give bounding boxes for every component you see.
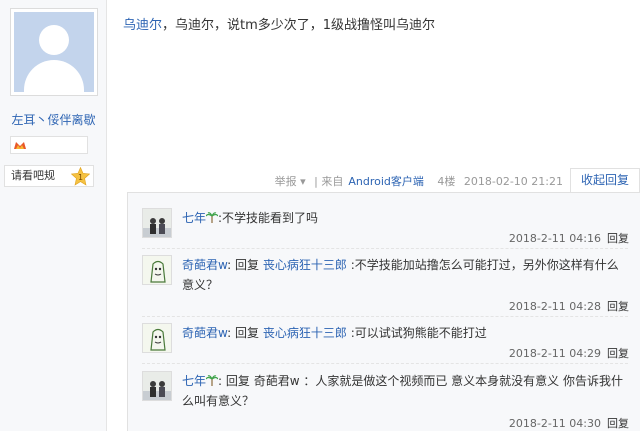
reply-username[interactable]: 奇葩君w: [182, 326, 227, 340]
badge-icon: [14, 142, 26, 149]
forum-title-badge[interactable]: 请看吧规 1: [4, 165, 94, 187]
reply-target-user[interactable]: 奇葩君w: [254, 374, 300, 388]
avatar[interactable]: [10, 8, 98, 96]
reply-time: 2018-2-11 04:16: [508, 232, 601, 245]
floor-number: 4楼: [437, 175, 456, 188]
reply-time: 2018-2-11 04:28: [508, 300, 601, 313]
reply-button[interactable]: 回复: [607, 417, 629, 430]
reply-text: :可以试试狗熊能不能打过: [350, 326, 487, 340]
reply-meta: 2018-2-11 04:29 回复: [509, 345, 629, 361]
forum-level-number: 1: [78, 173, 83, 182]
post-time: 2018-02-10 21:21: [463, 175, 563, 188]
post-meta: 举报 ▾ | 来自 Android客户端 4楼 2018-02-10 21:21: [275, 173, 568, 189]
reply-button[interactable]: 回复: [607, 300, 629, 313]
reply-body: 七年 :不学技能看到了吗: [182, 208, 630, 228]
cartoon-avatar-icon: [143, 324, 171, 352]
reply-text: :不学技能看到了吗: [218, 211, 319, 225]
user-badge[interactable]: [10, 136, 88, 154]
reply-time: 2018-2-11 04:30: [508, 417, 601, 430]
post-text: ，乌迪尔，说tm多少次了，1级战撸怪叫乌迪尔: [162, 18, 436, 33]
default-avatar-icon: [14, 12, 94, 92]
reply-divider: [142, 363, 628, 364]
reply-meta: 2018-2-11 04:28 回复: [509, 298, 629, 314]
source-prefix: | 来自 Android客户端: [314, 175, 424, 188]
fold-reply-button[interactable]: 收起回复: [570, 168, 640, 192]
photo-avatar-icon: [143, 372, 171, 400]
reply-button[interactable]: 回复: [607, 347, 629, 360]
reply-username[interactable]: 七年: [182, 374, 206, 388]
user-info-column: 左耳丶俀伴离歇 请看吧规 1: [0, 0, 107, 431]
level-star-icon: 1: [71, 167, 90, 186]
reply-avatar[interactable]: [142, 323, 172, 353]
mention-link[interactable]: 乌迪尔: [123, 18, 162, 33]
reply-body: 七年: 回复 奇葩君w ：人家就是做这个视频而已 意义本身就没有意义 你告诉我什…: [182, 374, 623, 408]
reply-avatar[interactable]: [142, 371, 172, 401]
reply-button[interactable]: 回复: [607, 232, 629, 245]
reply-divider: [142, 316, 628, 317]
post-content: 乌迪尔，乌迪尔，说tm多少次了，1级战撸怪叫乌迪尔: [123, 14, 435, 33]
reply-body: 奇葩君w: 回复 丧心病狂十三郎 :不学技能加站撸怎么可能打过，另外你这样有什么…: [182, 258, 619, 292]
reply-username[interactable]: 奇葩君w: [182, 258, 227, 272]
reply-avatar[interactable]: [142, 255, 172, 285]
reply-meta: 2018-2-11 04:30 回复: [509, 415, 629, 431]
palm-tree-icon: [206, 212, 219, 223]
forum-title-label: 请看吧规: [11, 169, 55, 182]
post-page: 左耳丶俀伴离歇 请看吧规 1 乌迪尔，乌迪尔，说tm多少次了，1级战撸怪叫乌迪尔…: [0, 0, 640, 431]
photo-avatar-icon: [143, 209, 171, 237]
reply-username[interactable]: 七年: [182, 211, 206, 225]
palm-tree-icon: [206, 375, 219, 386]
cartoon-avatar-icon: [143, 256, 171, 284]
username-link[interactable]: 左耳丶俀伴离歇: [0, 111, 107, 128]
client-link[interactable]: Android客户端: [348, 175, 424, 188]
reply-target-user[interactable]: 丧心病狂十三郎: [263, 258, 347, 272]
reply-time: 2018-2-11 04:29: [508, 347, 601, 360]
reply-avatar[interactable]: [142, 208, 172, 238]
reply-divider: [142, 248, 628, 249]
report-button[interactable]: 举报 ▾: [275, 175, 306, 188]
reply-body: 奇葩君w: 回复 丧心病狂十三郎 :可以试试狗熊能不能打过: [182, 326, 487, 340]
reply-list: 七年 :不学技能看到了吗 2018-2-11 04:16 回复 奇葩君w: 回复 丧…: [127, 192, 640, 431]
reply-meta: 2018-2-11 04:16 回复: [509, 230, 629, 246]
reply-target-user[interactable]: 丧心病狂十三郎: [263, 326, 347, 340]
